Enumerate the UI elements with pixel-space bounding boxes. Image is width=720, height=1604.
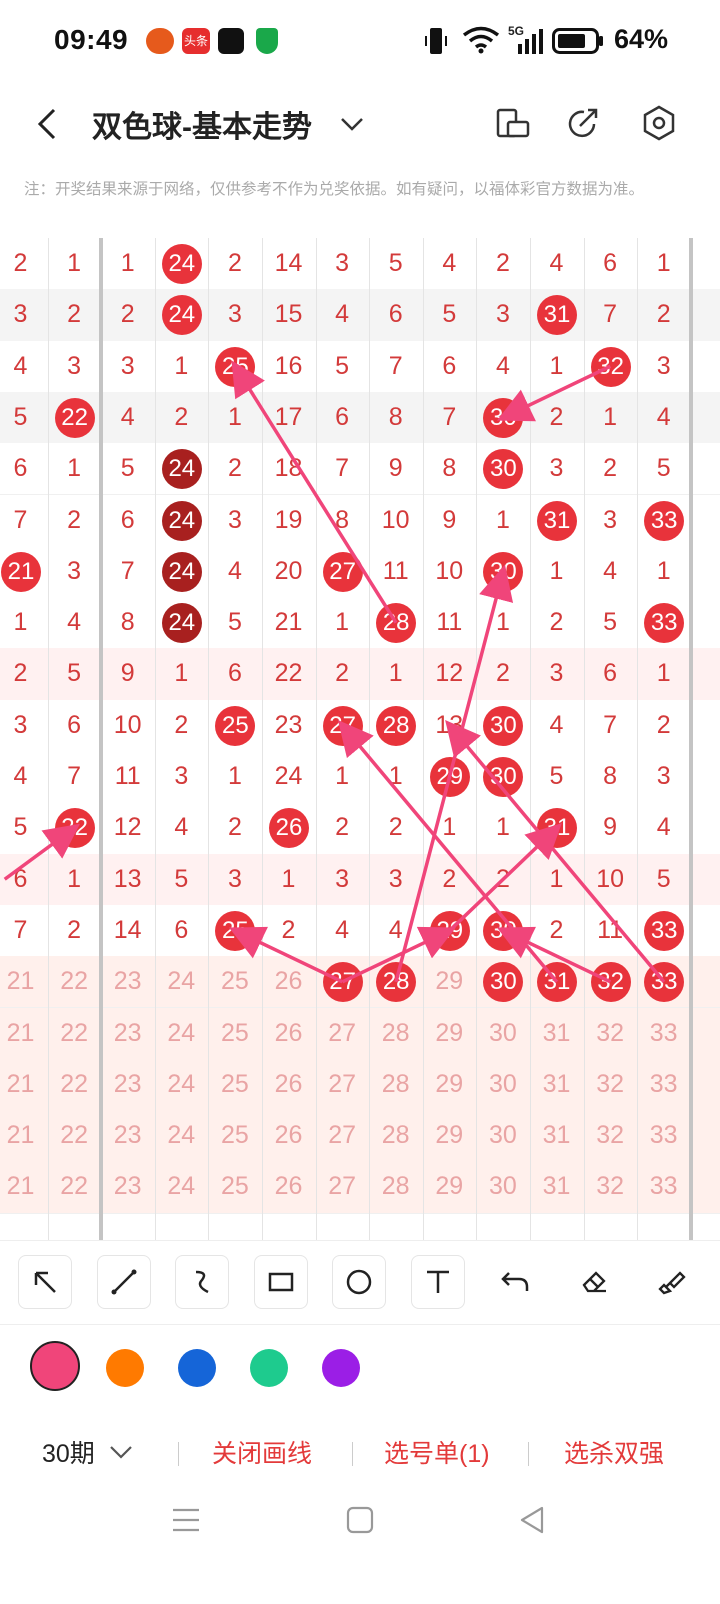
drawn-arrow[interactable] [394, 564, 514, 983]
period-select[interactable]: 30期 [42, 1434, 95, 1470]
eraser-button[interactable] [567, 1255, 620, 1307]
chevron-down-icon[interactable] [338, 110, 366, 138]
drawn-arrow[interactable] [231, 360, 398, 624]
clear-brush-button[interactable] [646, 1255, 698, 1307]
text-tool-icon [426, 1270, 449, 1293]
bottom-action-bar: 30期 关闭画线 选号单(1) 选杀双强 [0, 1408, 720, 1504]
drawn-arrow[interactable] [496, 926, 612, 984]
color-palette [0, 1324, 720, 1410]
undo-button[interactable] [489, 1255, 541, 1307]
share-icon[interactable] [564, 104, 602, 142]
vibrate-icon [425, 28, 447, 54]
clock: 09:49 [54, 24, 129, 55]
menu-icon[interactable] [170, 1504, 202, 1536]
color-swatch[interactable] [106, 1349, 144, 1387]
arrow-tool-icon [34, 1271, 56, 1293]
back-icon[interactable] [30, 104, 66, 144]
page-title[interactable]: 双色球-基本走势 [92, 102, 312, 146]
color-swatch[interactable] [178, 1349, 216, 1387]
clear-brush-icon [658, 1271, 686, 1295]
battery-icon [552, 28, 603, 54]
close-draw-button[interactable]: 关闭画线 [212, 1434, 312, 1470]
color-swatch[interactable] [322, 1349, 360, 1387]
chevron-down-icon[interactable] [108, 1442, 134, 1462]
drawn-arrow[interactable] [337, 719, 559, 983]
divider [352, 1442, 353, 1466]
arrow-tool-button[interactable] [18, 1255, 72, 1309]
line-tool-icon [111, 1269, 136, 1295]
drawn-arrow[interactable] [445, 719, 666, 983]
rect-tool-button[interactable] [253, 1255, 308, 1309]
battery-percent: 64% [613, 24, 668, 54]
signal-icon [518, 29, 543, 54]
app-header: 双色球-基本走势 [0, 82, 720, 166]
settings-icon[interactable] [640, 104, 678, 142]
curve-tool-button[interactable] [175, 1255, 229, 1309]
shield-notification-icon [256, 28, 278, 54]
undo-icon [501, 1272, 529, 1291]
color-swatch[interactable] [250, 1349, 288, 1387]
drawing-toolbar [0, 1240, 720, 1325]
curve-tool-icon [195, 1270, 209, 1294]
landscape-switch-icon[interactable] [494, 104, 532, 142]
divider [178, 1442, 179, 1466]
circle-tool-icon [346, 1269, 372, 1295]
text-tool-button[interactable] [410, 1255, 465, 1309]
system-nav-bar [0, 1504, 720, 1604]
color-swatch[interactable] [30, 1341, 80, 1391]
wifi-icon [462, 26, 500, 54]
app-notification-icon [146, 28, 174, 54]
drawn-arrow[interactable] [496, 364, 612, 422]
disclaimer-note: 注：开奖结果来源于网络，仅供参考不作为兑奖依据。如有疑问，以福体彩官方数据为准。 [24, 181, 645, 198]
selection-list-button[interactable]: 选号单(1) [384, 1434, 490, 1470]
tiktok-notification-icon [218, 28, 244, 54]
home-icon[interactable] [344, 1504, 376, 1536]
circle-tool-button[interactable] [332, 1255, 386, 1309]
line-tool-button[interactable] [96, 1255, 151, 1309]
rect-tool-icon [268, 1272, 293, 1292]
drawn-arrows-layer [3, 360, 666, 984]
back-nav-icon[interactable] [516, 1504, 548, 1536]
eraser-icon [582, 1271, 606, 1293]
drawn-arrow[interactable] [341, 926, 456, 984]
drawn-arrow[interactable] [228, 926, 344, 984]
drawn-arrow[interactable] [3, 823, 81, 881]
trend-chart-grid[interactable]: 2 1 1 24 2 14 3 5 4 2 4 6 1 3 2 2 24 3 15 4 6 5 3 31 7 2 4 3 3 1 25 16 5… [0, 238, 720, 1240]
divider [528, 1442, 529, 1466]
status-bar: 09:49 头条 5G 64% [0, 0, 720, 82]
kill-double-button[interactable]: 选杀双强 [564, 1434, 664, 1470]
news-notification-icon: 头条 [182, 28, 210, 54]
